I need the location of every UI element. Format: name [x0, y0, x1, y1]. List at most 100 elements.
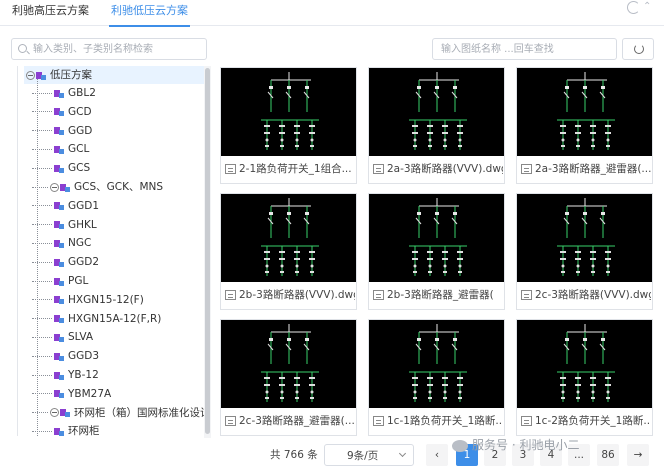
drawing-card[interactable]: 1c-2路负荷开关_1路断... [516, 319, 653, 436]
tree-item-label: YB-12 [68, 369, 99, 381]
drawing-card[interactable]: 2b-3路断路器(VVV).dwg [220, 193, 357, 310]
dwg-file-icon [225, 290, 236, 300]
folder-icon [54, 389, 64, 399]
tree-item-label: PGL [68, 275, 89, 287]
refresh-icon [634, 44, 644, 54]
tree-item[interactable]: YB-12 [32, 366, 99, 384]
tree-connector [32, 393, 52, 395]
chevron-up-icon[interactable]: ⌃ [643, 1, 654, 12]
folder-icon [54, 201, 64, 211]
tree-connector [32, 355, 52, 357]
drawing-name-text: 2c-3路断路器_避雷器(... [239, 415, 355, 427]
tree-item[interactable]: 环网柜（箱）国网标准化设计 [32, 404, 211, 422]
dwg-file-icon [373, 164, 384, 174]
dwg-file-icon [373, 290, 384, 300]
drawing-thumbnail[interactable] [221, 320, 356, 408]
tree-item[interactable]: GGD1 [32, 197, 99, 215]
tree-connector [32, 318, 52, 320]
tree-scrollbar[interactable] [204, 66, 211, 438]
expand-icon[interactable] [50, 408, 59, 418]
drawing-card[interactable]: 2c-3路断路器_避雷器(... [220, 319, 357, 436]
prev-page-button[interactable]: ‹ [426, 444, 448, 466]
tree-item[interactable]: GGD [32, 122, 92, 140]
tree-connector [32, 92, 52, 94]
collapse-icon[interactable] [26, 70, 35, 80]
drawing-name[interactable]: 1c-2路负荷开关_1路断... [521, 413, 651, 429]
refresh-button[interactable] [622, 38, 654, 60]
drawing-thumbnail[interactable] [369, 194, 504, 282]
folder-icon [54, 371, 64, 380]
expand-icon[interactable] [50, 182, 59, 192]
drawing-name[interactable]: 1c-1路负荷开关_1路断... [373, 413, 503, 429]
tree-item[interactable]: GGD2 [32, 253, 99, 271]
drawing-name-text: 1c-1路负荷开关_1路断... [387, 415, 503, 427]
tree-connector [32, 167, 52, 169]
tree-item-label: NGC [68, 237, 92, 250]
wechat-icon [452, 439, 468, 452]
tree-item[interactable]: HXGN15A-12(F,R) [32, 310, 161, 328]
folder-icon [54, 427, 64, 436]
tab-low-voltage[interactable]: 利驰低压云方案 [109, 3, 190, 27]
tree-scrollbar-thumb[interactable] [205, 68, 210, 434]
drawing-search-field[interactable] [432, 38, 617, 60]
folder-icon [60, 408, 70, 418]
tree-item-label: GCS [68, 162, 91, 175]
tree-item[interactable]: NGC [32, 234, 91, 252]
folder-icon [54, 295, 64, 305]
drawing-name[interactable]: 2-1路负荷开关_1组合... [225, 161, 355, 177]
drawing-card[interactable]: 2a-3路断路器(VVV).dwg [368, 67, 505, 184]
drawing-thumbnail[interactable] [369, 320, 504, 408]
tree-item[interactable]: 环网柜 [32, 422, 100, 436]
tree-connector [32, 148, 52, 150]
drawing-search-input[interactable] [441, 42, 611, 57]
drawing-thumbnail[interactable] [221, 68, 356, 156]
tree-item[interactable]: GCS [32, 159, 90, 177]
drawing-name[interactable]: 2c-3路断路器_避雷器(... [225, 413, 355, 429]
tree-item[interactable]: GHKL [32, 216, 97, 234]
drawing-name[interactable]: 2b-3路断路器_避雷器( [373, 287, 503, 303]
drawing-name[interactable]: 2b-3路断路器(VVV).dwg [225, 287, 355, 303]
tab-high-voltage[interactable]: 利驰高压云方案 [12, 3, 89, 25]
tree-item[interactable]: GCS、GCK、MNS [32, 178, 163, 196]
tree-item[interactable]: GGD3 [32, 347, 99, 365]
page-size-value: 9条/页 [347, 450, 379, 462]
category-search-field[interactable] [11, 38, 207, 60]
tree-item[interactable]: PGL [32, 272, 88, 290]
drawing-thumbnail[interactable] [221, 194, 356, 282]
tree-item[interactable]: SLVA [32, 328, 93, 346]
tree-item[interactable]: HXGN15-12(F) [32, 291, 144, 309]
tree-root-node[interactable]: 低压方案 [26, 66, 92, 84]
category-search-input[interactable] [33, 42, 203, 57]
drawing-name[interactable]: 2a-3路断路器_避雷器(... [521, 161, 651, 177]
drawing-name-text: 2a-3路断路器_避雷器(... [535, 163, 651, 175]
folder-icon [54, 352, 64, 361]
drawing-card[interactable]: 2-1路负荷开关_1组合... [220, 67, 357, 184]
drawing-name[interactable]: 2c-3路断路器(VVV).dwg [521, 287, 651, 303]
drawing-thumbnail[interactable] [517, 68, 652, 156]
folder-icon [54, 314, 64, 324]
drawing-card[interactable]: 2a-3路断路器_避雷器(... [516, 67, 653, 184]
tree-item-label: GCL [68, 143, 90, 156]
drawing-card[interactable]: 1c-1路负荷开关_1路断... [368, 319, 505, 436]
drawing-name[interactable]: 2a-3路断路器(VVV).dwg [373, 161, 503, 177]
tree-connector [32, 299, 52, 301]
sync-icon[interactable] [627, 1, 640, 14]
tree-item[interactable]: GBL2 [32, 84, 96, 102]
drawing-name-text: 2b-3路断路器(VVV).dwg [239, 289, 355, 301]
drawing-card[interactable]: 2c-3路断路器(VVV).dwg [516, 193, 653, 310]
drawing-thumbnail[interactable] [369, 68, 504, 156]
tree-item-label: GGD3 [68, 350, 100, 363]
tree-item-label: GHKL [68, 218, 97, 231]
tree-item[interactable]: GCL [32, 140, 89, 158]
drawing-thumbnail[interactable] [517, 194, 652, 282]
folder-icon [54, 107, 64, 117]
page-button-86[interactable]: 86 [597, 444, 619, 466]
tree-item-label: SLVA [68, 331, 94, 344]
drawing-thumbnail[interactable] [517, 320, 652, 408]
next-page-button[interactable]: → [627, 444, 649, 466]
drawing-card[interactable]: 2b-3路断路器_避雷器( [368, 193, 505, 310]
folder-icon [54, 277, 64, 286]
tree-item[interactable]: YBM27A [32, 385, 111, 403]
tree-item[interactable]: GCD [32, 103, 92, 121]
page-size-select[interactable]: 9条/页 [324, 444, 414, 466]
